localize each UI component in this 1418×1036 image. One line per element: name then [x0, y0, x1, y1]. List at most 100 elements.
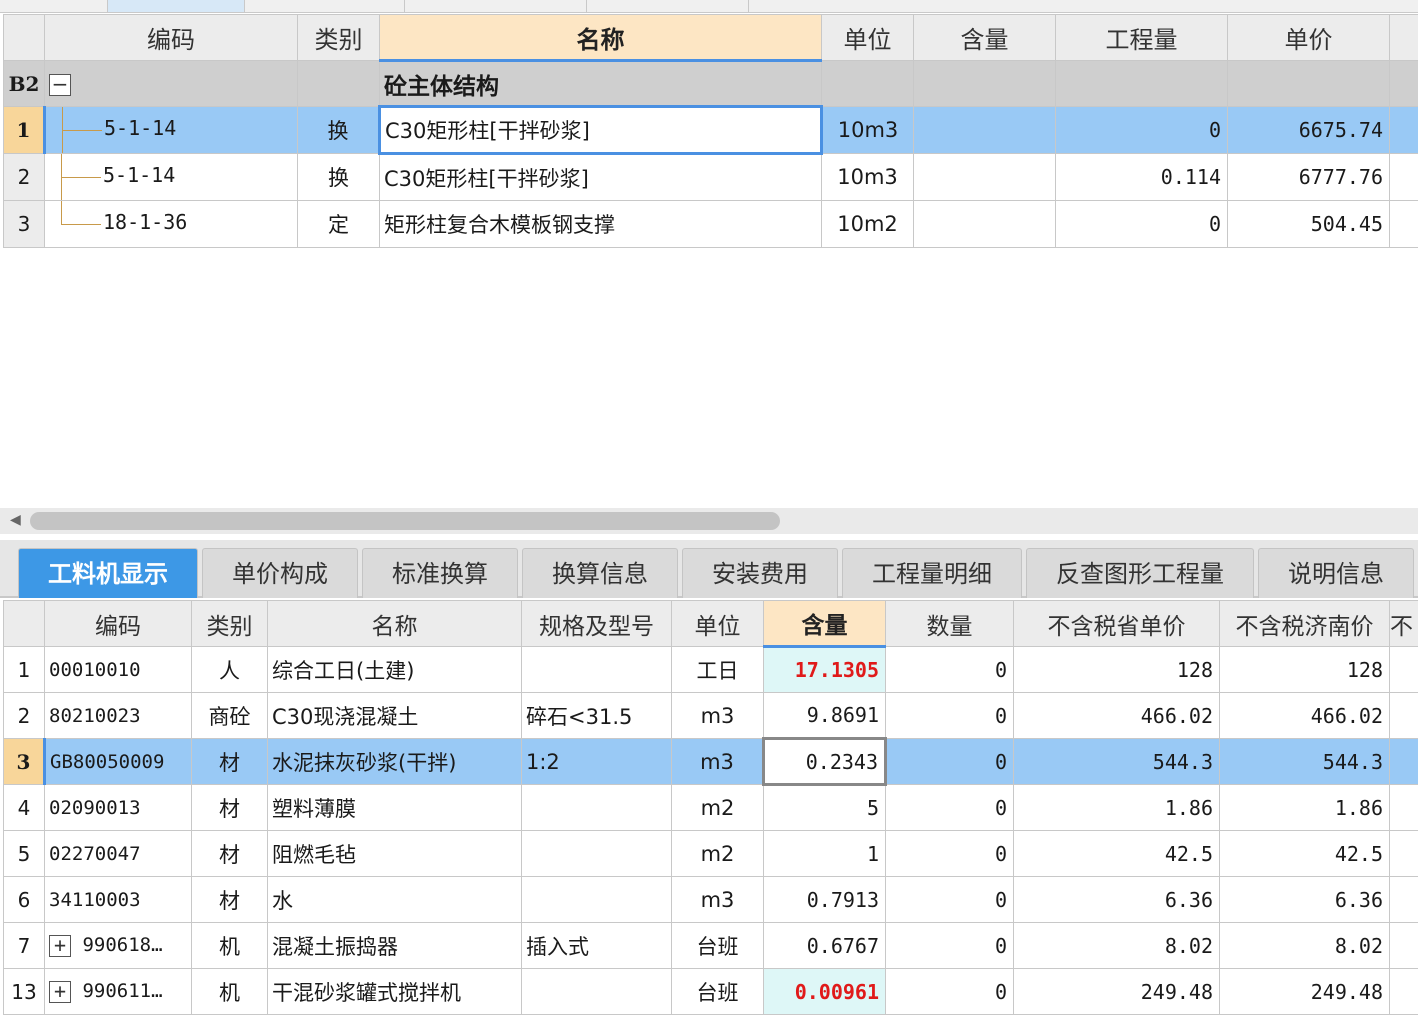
unit-cell[interactable]: m2	[671, 830, 764, 877]
spec-cell[interactable]	[521, 968, 672, 1015]
content-cell[interactable]: 0.6767	[763, 922, 886, 969]
jn-price-cell[interactable]: 6.36	[1219, 876, 1390, 923]
expand-icon[interactable]: +	[49, 934, 71, 957]
col-header-code[interactable]: 编码	[44, 600, 192, 647]
col-header-content[interactable]: 含量	[763, 600, 886, 648]
col-header-content[interactable]: 含量	[913, 14, 1056, 61]
name-cell[interactable]: 矩形柱复合木模板钢支撑	[379, 200, 822, 248]
name-cell-editing[interactable]: C30矩形柱[干拌砂浆]	[378, 105, 823, 155]
type-cell[interactable]: 人	[191, 646, 268, 693]
row-number[interactable]: 4	[3, 784, 45, 831]
prov-price-cell[interactable]: 466.02	[1013, 692, 1220, 739]
type-cell[interactable]: 材	[191, 738, 268, 785]
prov-price-cell[interactable]: 8.02	[1013, 922, 1220, 969]
table-row[interactable]: 4 02090013 材 塑料薄膜 m2 5 0 1.86 1.86	[3, 784, 1418, 831]
table-row[interactable]: 3 18-1-36 定 矩形柱复合木模板钢支撑 10m2 0 504.45	[3, 200, 1418, 248]
unit-cell[interactable]: m3	[671, 876, 764, 923]
name-cell[interactable]: C30矩形柱[干拌砂浆]	[379, 153, 822, 201]
type-cell[interactable]: 材	[191, 830, 268, 877]
col-header-quantity[interactable]: 工程量	[1055, 14, 1228, 61]
code-cell[interactable]: 5-1-14	[44, 106, 298, 154]
spec-cell[interactable]	[521, 876, 672, 923]
code-cell[interactable]: 18-1-36	[44, 200, 298, 248]
spec-cell[interactable]: 插入式	[521, 922, 672, 969]
col-header-unit[interactable]: 单位	[671, 600, 764, 647]
quantity-cell[interactable]: 0.114	[1055, 153, 1228, 201]
content-cell[interactable]: 9.8691	[763, 692, 886, 739]
table-row[interactable]: 6 34110003 材 水 m3 0.7913 0 6.36 6.36	[3, 876, 1418, 923]
price-cell[interactable]: 6777.76	[1227, 153, 1390, 201]
tab-description[interactable]: 说明信息	[1258, 548, 1414, 598]
spec-cell[interactable]	[521, 830, 672, 877]
unit-cell[interactable]: 10m2	[821, 200, 914, 248]
name-cell[interactable]: 塑料薄膜	[267, 784, 522, 831]
code-cell[interactable]: 5-1-14	[44, 153, 298, 201]
col-header-type[interactable]: 类别	[191, 600, 268, 647]
name-cell[interactable]: 干混砂浆罐式搅拌机	[267, 968, 522, 1015]
col-header-name[interactable]: 名称	[379, 14, 822, 62]
top-tab-5[interactable]	[587, 0, 749, 12]
group-row[interactable]: B2 − 砼主体结构	[3, 60, 1418, 107]
type-cell[interactable]: 换	[297, 153, 380, 201]
code-cell[interactable]: GB80050009	[44, 738, 192, 785]
type-cell[interactable]: 材	[191, 784, 268, 831]
qty-cell[interactable]: 0	[885, 784, 1014, 831]
unit-cell[interactable]: m3	[671, 738, 764, 785]
content-cell[interactable]	[913, 153, 1056, 201]
top-tab-4[interactable]	[405, 0, 587, 12]
table-row[interactable]: 7 + 990618… 机 混凝土振捣器 插入式 台班 0.6767 0 8.0…	[3, 922, 1418, 969]
spec-cell[interactable]: 碎石<31.5	[521, 692, 672, 739]
name-cell[interactable]: 混凝土振捣器	[267, 922, 522, 969]
scrollbar-thumb[interactable]	[30, 512, 780, 530]
col-header-jn-price[interactable]: 不含税济南价	[1219, 600, 1390, 647]
code-cell[interactable]: 02090013	[44, 784, 192, 831]
tab-graphic-quantity-lookup[interactable]: 反查图形工程量	[1026, 548, 1254, 598]
unit-cell[interactable]: 台班	[671, 922, 764, 969]
content-cell[interactable]: 5	[763, 784, 886, 831]
row-number[interactable]: 1	[3, 106, 46, 154]
prov-price-cell[interactable]: 249.48	[1013, 968, 1220, 1015]
row-number[interactable]: 2	[3, 153, 45, 201]
prov-price-cell[interactable]: 128	[1013, 646, 1220, 693]
prov-price-cell[interactable]: 544.3	[1013, 738, 1220, 785]
content-cell[interactable]: 0.00961	[763, 968, 886, 1015]
col-header-more[interactable]: 不	[1389, 600, 1418, 647]
qty-cell[interactable]: 0	[885, 876, 1014, 923]
table-row[interactable]: 2 5-1-14 换 C30矩形柱[干拌砂浆] 10m3 0.114 6777.…	[3, 153, 1418, 201]
unit-cell[interactable]: m2	[671, 784, 764, 831]
unit-cell[interactable]: m3	[671, 692, 764, 739]
jn-price-cell[interactable]: 8.02	[1219, 922, 1390, 969]
tab-conversion-info[interactable]: 换算信息	[522, 548, 678, 598]
col-header-name[interactable]: 名称	[267, 600, 522, 647]
type-cell[interactable]: 商砼	[191, 692, 268, 739]
qty-cell[interactable]: 0	[885, 922, 1014, 969]
code-cell[interactable]: 80210023	[44, 692, 192, 739]
qty-cell[interactable]: 0	[885, 646, 1014, 693]
code-cell[interactable]: 02270047	[44, 830, 192, 877]
tab-labor-material-machine[interactable]: 工料机显示	[18, 548, 198, 598]
row-number[interactable]: 2	[3, 692, 45, 739]
name-cell[interactable]: 水泥抹灰砂浆(干拌)	[267, 738, 522, 785]
qty-cell[interactable]: 0	[885, 968, 1014, 1015]
qty-cell[interactable]: 0	[885, 830, 1014, 877]
jn-price-cell[interactable]: 249.48	[1219, 968, 1390, 1015]
jn-price-cell[interactable]: 466.02	[1219, 692, 1390, 739]
table-row[interactable]: 5 02270047 材 阻燃毛毡 m2 1 0 42.5 42.5	[3, 830, 1418, 877]
unit-cell[interactable]: 10m3	[821, 153, 914, 201]
spec-cell[interactable]	[521, 784, 672, 831]
tab-standard-conversion[interactable]: 标准换算	[362, 548, 518, 598]
row-number[interactable]: 3	[3, 738, 46, 785]
prov-price-cell[interactable]: 42.5	[1013, 830, 1220, 877]
unit-cell[interactable]: 工日	[671, 646, 764, 693]
col-header-unit[interactable]: 单位	[821, 14, 914, 61]
prov-price-cell[interactable]: 1.86	[1013, 784, 1220, 831]
type-cell[interactable]: 换	[297, 106, 380, 154]
quantity-cell[interactable]: 0	[1055, 200, 1228, 248]
type-cell[interactable]: 材	[191, 876, 268, 923]
code-cell[interactable]: 34110003	[44, 876, 192, 923]
col-header-qty[interactable]: 数量	[885, 600, 1014, 647]
row-number[interactable]: 1	[3, 646, 45, 693]
col-header-spec[interactable]: 规格及型号	[521, 600, 672, 647]
col-header-type[interactable]: 类别	[297, 14, 380, 61]
scroll-left-icon[interactable]: ◀	[10, 512, 21, 528]
